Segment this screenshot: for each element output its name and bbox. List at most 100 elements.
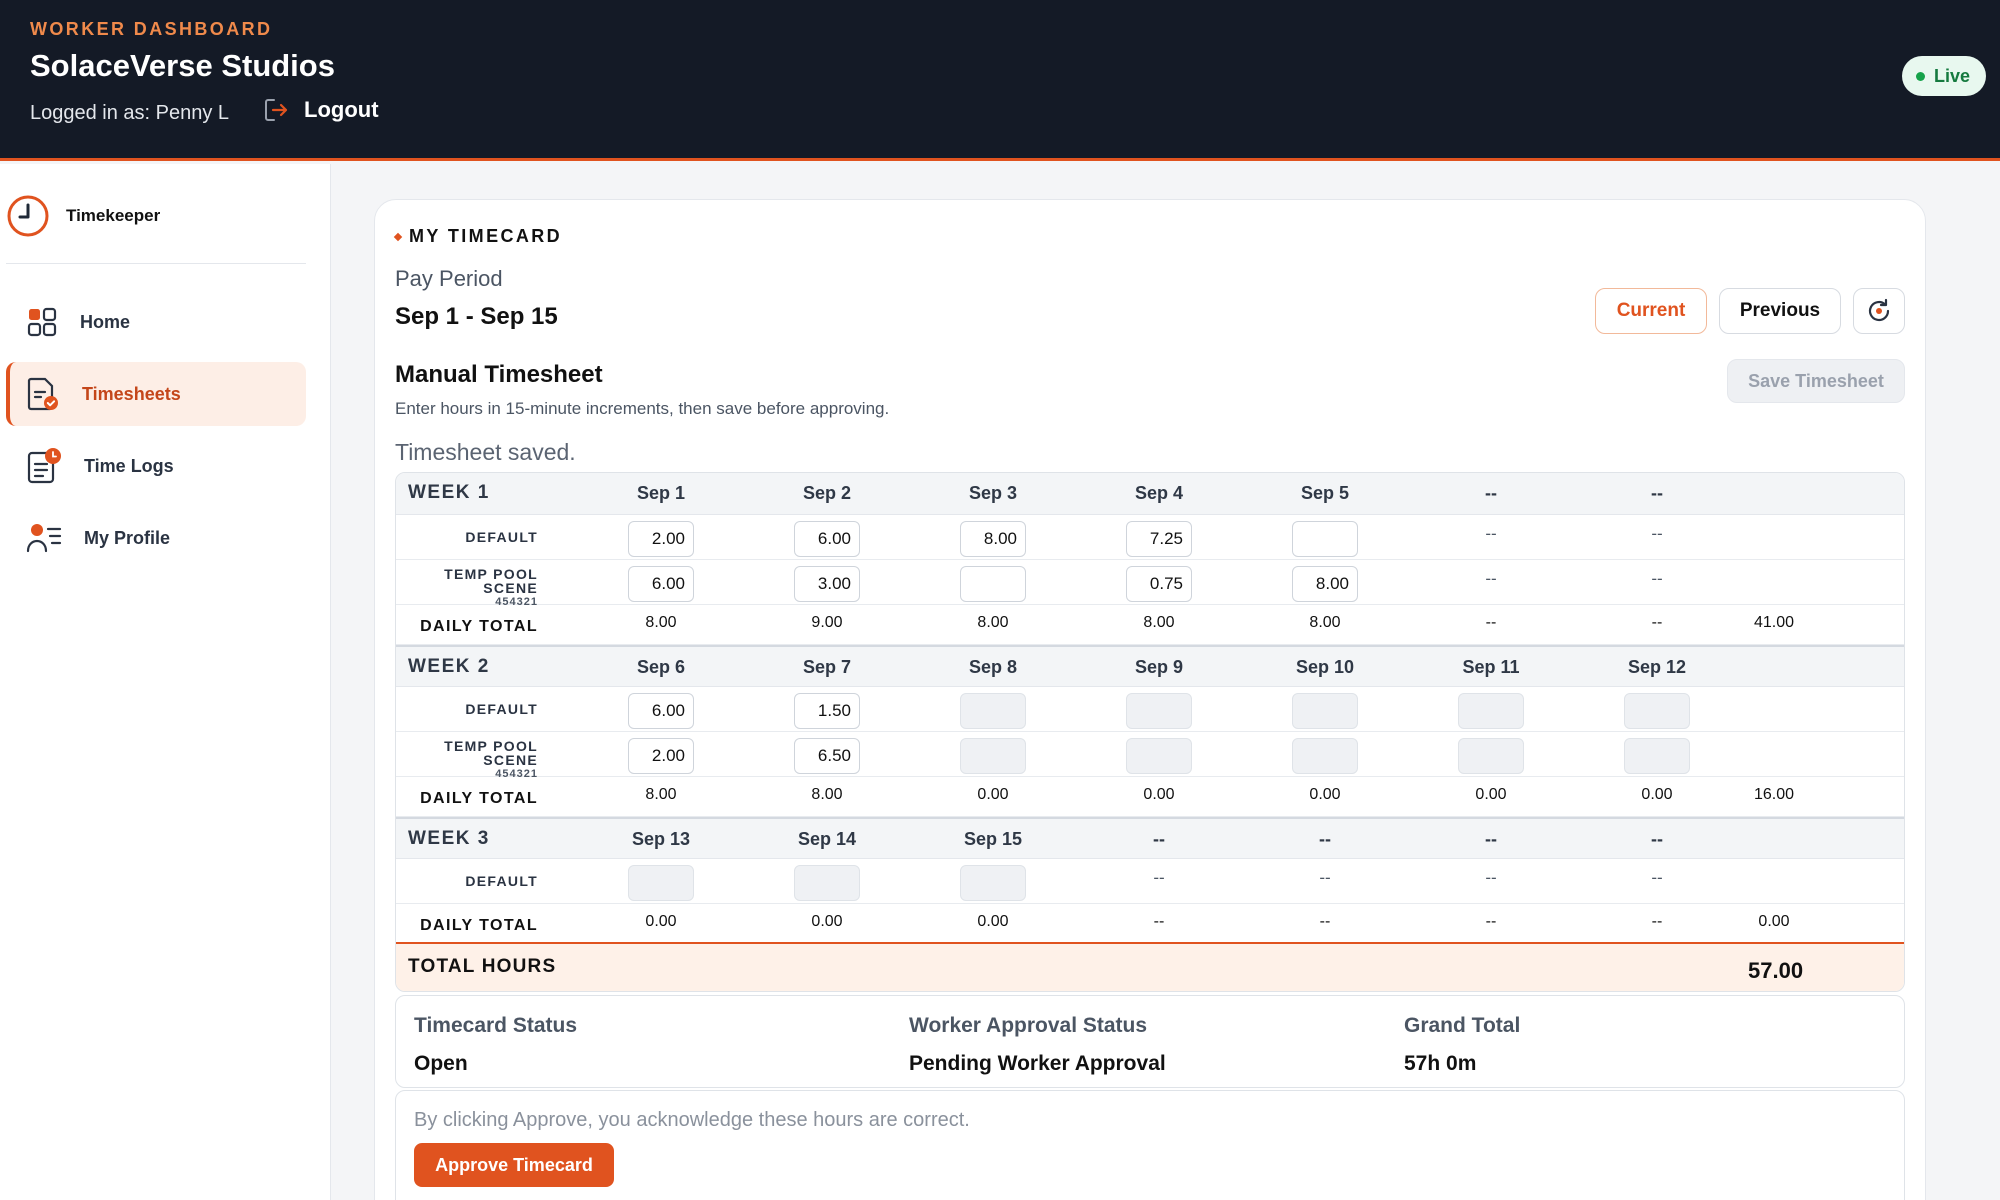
hours-input-disabled: [1458, 738, 1524, 774]
daily-total-value: 0.00: [977, 913, 1009, 930]
live-label: Live: [1933, 65, 1970, 86]
daily-total-value: --: [1485, 913, 1497, 930]
daily-total-value: 0.00: [977, 786, 1009, 803]
manual-timesheet-subtitle: Enter hours in 15-minute increments, the…: [395, 399, 890, 418]
row-label-text: TEMP POOL SCENE: [444, 566, 538, 596]
hours-input-disabled: [1458, 693, 1524, 729]
previous-period-button[interactable]: Previous: [1719, 288, 1841, 334]
current-period-button[interactable]: Current: [1595, 288, 1707, 334]
daily-total-value: 9.00: [811, 614, 843, 631]
daily-total-value: --: [1319, 913, 1331, 930]
daily-total-value: --: [1651, 614, 1663, 631]
daily-total-value: --: [1485, 614, 1497, 631]
day-column-header: --: [1485, 829, 1497, 849]
hours-input-disabled: [960, 738, 1026, 774]
worker-approval-status: Worker Approval Status Pending Worker Ap…: [909, 1014, 1166, 1076]
hours-input-disabled: [960, 865, 1026, 901]
refresh-button[interactable]: [1853, 288, 1905, 334]
hours-input[interactable]: [794, 738, 860, 774]
sidebar-item-home[interactable]: Home: [6, 290, 306, 354]
hours-input-disabled: [1292, 693, 1358, 729]
day-column-header: --: [1153, 829, 1165, 849]
hours-input[interactable]: [794, 566, 860, 602]
hours-input[interactable]: [628, 521, 694, 557]
timesheet-row: DEFAULT -- --: [396, 515, 1904, 560]
approval-status-label: Worker Approval Status: [909, 1014, 1148, 1037]
row-label: DEFAULT: [465, 873, 538, 889]
day-column-header: Sep 13: [631, 829, 691, 849]
daily-total-value: 8.00: [977, 614, 1009, 631]
hours-input[interactable]: [794, 521, 860, 557]
total-hours-value: 57.00: [1748, 958, 1804, 983]
day-column-header: Sep 1: [636, 483, 686, 503]
day-column-header: --: [1485, 483, 1497, 503]
sidebar-divider: [6, 263, 306, 264]
hours-input[interactable]: [960, 566, 1026, 602]
row-label-text: DEFAULT: [465, 701, 538, 717]
daily-total-value: 8.00: [645, 786, 677, 803]
hours-input[interactable]: [1292, 521, 1358, 557]
timesheet-row: DEFAULT: [396, 687, 1904, 732]
refresh-icon: [1868, 298, 1890, 322]
brand-label: Timekeeper: [66, 206, 161, 225]
day-column-header: Sep 8: [968, 657, 1018, 677]
sidebar-brand: Timekeeper: [6, 194, 160, 238]
hours-input[interactable]: [1126, 566, 1192, 602]
hours-input[interactable]: [628, 738, 694, 774]
daily-total-label: DAILY TOTAL: [420, 618, 538, 635]
hours-input[interactable]: [1292, 566, 1358, 602]
hours-input[interactable]: [960, 521, 1026, 557]
daily-total-value: 0.00: [1475, 786, 1507, 803]
day-column-header: Sep 11: [1462, 657, 1520, 677]
logout-label: Logout: [304, 97, 379, 122]
hours-input[interactable]: [628, 693, 694, 729]
logout-button[interactable]: Logout: [262, 96, 379, 124]
saved-message: Timesheet saved.: [395, 439, 576, 465]
dashboard-eyebrow: WORKER DASHBOARD: [30, 19, 273, 39]
day-column-header: Sep 9: [1134, 657, 1184, 677]
day-column-header: --: [1651, 829, 1663, 849]
row-label: TEMP POOL SCENE 454321: [396, 739, 538, 781]
row-label-text: DEFAULT: [465, 529, 538, 545]
approve-timecard-button[interactable]: Approve Timecard: [414, 1143, 614, 1187]
user-list-icon: [26, 524, 62, 553]
sidebar-item-label: Home: [80, 311, 131, 332]
hours-input[interactable]: [628, 566, 694, 602]
week-header: WEEK 3 Sep 13 Sep 14 Sep 15 -- -- -- --: [396, 817, 1904, 859]
diamond-icon: [393, 232, 403, 241]
live-status-badge: Live: [1901, 56, 1986, 96]
timecard-card: MY TIMECARD Pay Period Sep 1 - Sep 15 Cu…: [374, 199, 1926, 1200]
day-column-header: Sep 7: [802, 657, 852, 677]
timecard-status-label: Timecard Status: [414, 1014, 578, 1037]
empty-day-cell: --: [1651, 524, 1663, 543]
day-column-header: --: [1319, 829, 1331, 849]
day-column-header: Sep 2: [802, 483, 852, 503]
sidebar-item-timesheets[interactable]: Timesheets: [6, 362, 306, 426]
clock-icon: [7, 195, 49, 237]
empty-day-cell: --: [1485, 868, 1497, 887]
day-column-header: Sep 10: [1295, 657, 1355, 677]
daily-total-row: DAILY TOTAL 0.00 0.00 0.00 -- -- -- -- 0.00: [396, 904, 1904, 944]
total-hours-label: TOTAL HOURS: [408, 956, 557, 977]
top-header: WORKER DASHBOARD SolaceVerse Studios Log…: [0, 0, 2000, 161]
week-label: WEEK 3: [408, 828, 490, 849]
daily-total-row: DAILY TOTAL 8.00 9.00 8.00 8.00 8.00 -- -- 41.00: [396, 605, 1904, 645]
week-label: WEEK 1: [408, 482, 490, 503]
week-total-value: 0.00: [1758, 913, 1790, 930]
hours-input[interactable]: [1126, 521, 1192, 557]
day-column-header: Sep 12: [1627, 657, 1687, 677]
day-column-header: Sep 14: [797, 829, 857, 849]
sidebar-item-time-logs[interactable]: Time Logs: [6, 434, 306, 498]
log-clock-icon: [27, 448, 61, 484]
section-title: MY TIMECARD: [409, 226, 563, 246]
save-timesheet-button[interactable]: Save Timesheet: [1727, 359, 1905, 403]
daily-total-label: DAILY TOTAL: [420, 917, 538, 934]
daily-total-value: 0.00: [645, 913, 677, 930]
row-label: DEFAULT: [465, 529, 538, 545]
empty-day-cell: --: [1153, 868, 1165, 887]
timecard-status-value: Open: [414, 1052, 468, 1075]
sidebar-item-my-profile[interactable]: My Profile: [6, 506, 306, 570]
daily-total-value: 0.00: [811, 913, 843, 930]
grand-total: Grand Total 57h 0m: [1404, 1014, 1520, 1076]
hours-input[interactable]: [794, 693, 860, 729]
